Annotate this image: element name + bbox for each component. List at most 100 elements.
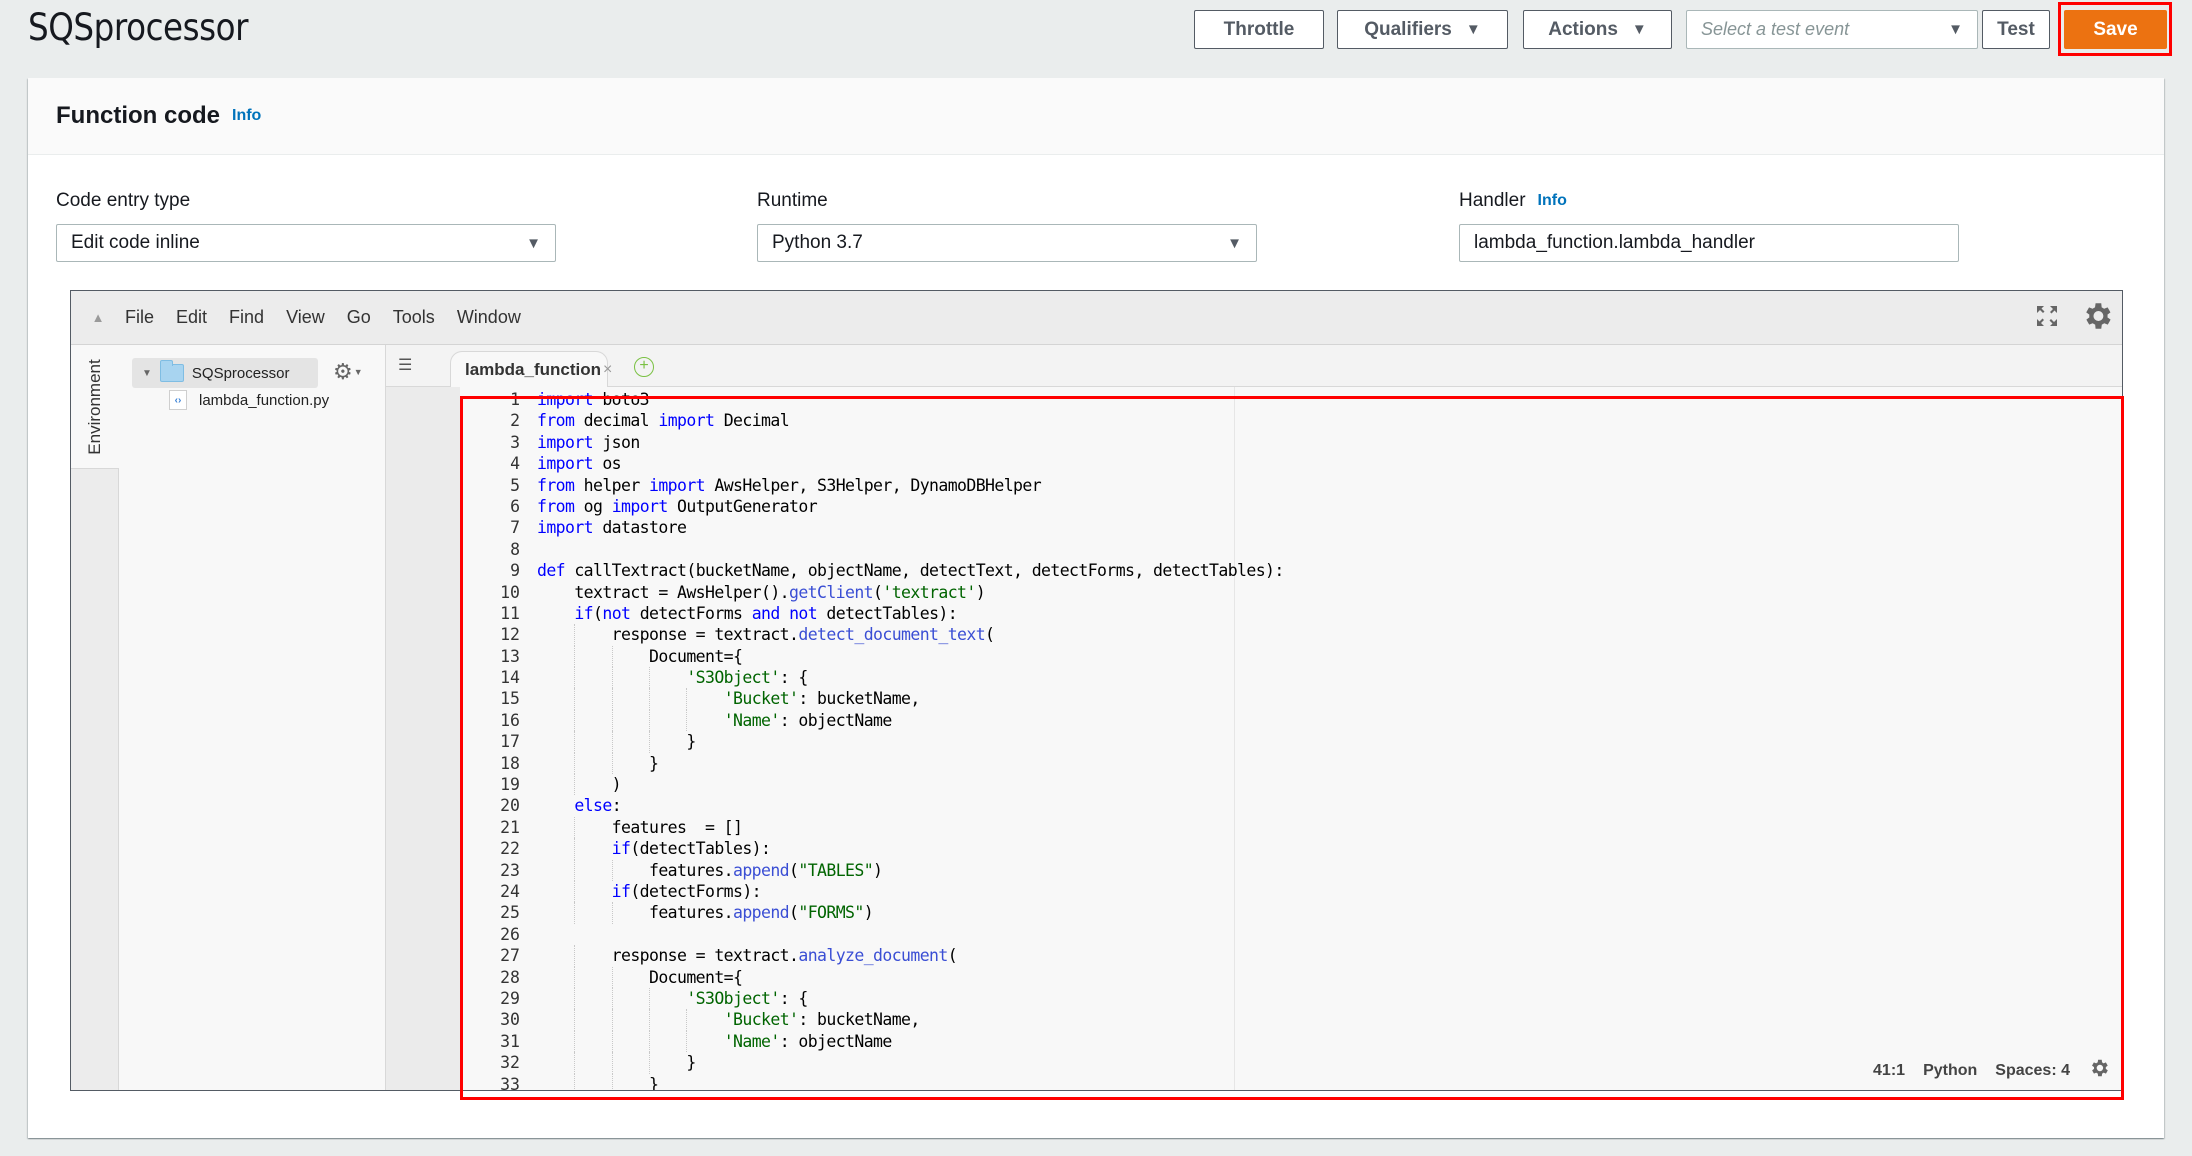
menu-file[interactable]: File (125, 307, 154, 328)
save-button[interactable]: Save (2064, 10, 2167, 49)
indent-setting[interactable]: Spaces: 4 (1995, 1062, 2070, 1080)
code-line: 2 from decimal import Decimal (510, 410, 2122, 431)
menu-window[interactable]: Window (457, 307, 521, 328)
menu-edit[interactable]: Edit (176, 307, 207, 328)
code-token: 'Name' (723, 710, 781, 730)
code-line-text: features.append("TABLES") (534, 859, 883, 881)
code-token: detect_document_text (798, 625, 986, 645)
code-entry-type-select[interactable]: Edit code inline ▼ (56, 224, 556, 262)
tab-list-icon[interactable]: ☰ (398, 355, 412, 375)
test-button[interactable]: Test (1982, 10, 2050, 49)
collapse-icon[interactable]: ▲ (71, 310, 125, 325)
code-token: "TABLES" (798, 860, 874, 880)
line-number: 17 (500, 732, 520, 752)
indent-guide (574, 838, 576, 860)
code-token: import (537, 390, 594, 409)
code-token: ( (985, 625, 995, 645)
code-token: not (602, 603, 631, 623)
code-line: 29 'S3Object': { (500, 987, 2122, 1010)
add-tab-icon[interactable]: + (634, 357, 654, 377)
code-token: Document={ (537, 967, 743, 987)
line-gutter (386, 387, 460, 1090)
file-tree: ▼ SQSprocessor ⚙ ▼ ‹› lambda_function.py (119, 345, 386, 1090)
code-line-text: features = [] (534, 816, 743, 839)
code-line-text: from helper import AwsHelper, S3Helper, … (534, 475, 1042, 496)
code-token: 'S3Object' (686, 668, 780, 688)
code-line: 23 features.append("TABLES") (500, 859, 2122, 881)
code-line-text: 'Bucket': bucketName, (534, 1009, 920, 1031)
line-number: 25 (500, 903, 520, 923)
code-line-text: } (534, 752, 659, 775)
indent-guide (574, 987, 576, 1010)
gear-icon[interactable] (2080, 299, 2114, 338)
code-token: features. (537, 860, 734, 880)
code-token: from (537, 475, 575, 495)
menu-go[interactable]: Go (347, 307, 371, 328)
indent-guide (574, 880, 576, 903)
code-token: : { (779, 668, 809, 688)
fullscreen-icon[interactable] (2036, 305, 2058, 332)
code-line: 21 features = [] (500, 816, 2122, 839)
indent-guide (611, 966, 613, 988)
tree-file-item[interactable]: ‹› lambda_function.py (169, 390, 329, 410)
tree-folder-root[interactable]: ▼ SQSprocessor (132, 358, 318, 388)
code-token: 'textract' (882, 582, 976, 602)
menu-view[interactable]: View (286, 307, 325, 328)
code-token: OutputGenerator (667, 496, 818, 516)
language-mode[interactable]: Python (1923, 1062, 1977, 1080)
line-number: 9 (510, 561, 520, 581)
code-entry-type-label: Code entry type (56, 190, 191, 211)
code-line-text: import os (534, 453, 622, 474)
expand-triangle-icon[interactable]: ▼ (142, 368, 152, 379)
menu-find[interactable]: Find (229, 307, 264, 328)
code-token: textract = AwsHelper(). (537, 582, 790, 602)
line-number: 29 (500, 988, 520, 1008)
throttle-button[interactable]: Throttle (1194, 10, 1324, 49)
code-line-text: from og import OutputGenerator (534, 496, 818, 517)
tree-file-label: lambda_function.py (199, 391, 330, 409)
code-line: 25 features.append("FORMS") (500, 902, 2122, 924)
code-line: 20 else: (500, 795, 2122, 816)
runtime-select[interactable]: Python 3.7 ▼ (757, 224, 1257, 262)
indent-guide (686, 1009, 688, 1031)
indent-guide (574, 752, 576, 775)
tree-settings-icon[interactable]: ⚙ ▼ (333, 359, 363, 385)
environment-tab[interactable]: Environment (71, 345, 119, 469)
handler-info-link[interactable]: Info (1538, 192, 1567, 210)
caret-down-icon: ▼ (1227, 234, 1242, 252)
code-token: datastore (593, 518, 687, 538)
close-tab-icon[interactable]: × (603, 361, 612, 379)
code-line: 11 if(not detectForms and not detectTabl… (500, 603, 2122, 624)
handler-input[interactable]: lambda_function.lambda_handler (1459, 224, 1959, 262)
code-token: AwsHelper, S3Helper, DynamoDBHelper (705, 475, 1042, 495)
menu-tools[interactable]: Tools (393, 307, 435, 328)
gear-icon[interactable] (2088, 1057, 2110, 1084)
code-token: } (537, 1074, 659, 1091)
info-link[interactable]: Info (232, 107, 261, 125)
python-file-icon: ‹› (169, 390, 187, 410)
test-event-select[interactable]: Select a test event ▼ (1686, 10, 1978, 49)
code-token: response = textract. (537, 946, 799, 966)
indent-guide (611, 987, 613, 1010)
code-line: 15 'Bucket': bucketName, (500, 688, 2122, 710)
line-number: 21 (500, 817, 520, 837)
indent-guide (574, 966, 576, 988)
code-line: 13 Document={ (500, 645, 2122, 668)
code-line: 30 'Bucket': bucketName, (500, 1009, 2122, 1031)
folder-icon (159, 360, 184, 382)
tab-lambda-function[interactable]: lambda_function × (450, 351, 612, 387)
tree-folder-label: SQSprocessor (191, 364, 290, 382)
code-token: def (537, 561, 566, 581)
indent-guide (649, 731, 650, 753)
code-line: 16 'Name': objectName (500, 709, 2122, 732)
cursor-position[interactable]: 41:1 (1873, 1062, 1905, 1080)
qualifiers-dropdown[interactable]: Qualifiers ▼ (1337, 10, 1508, 49)
throttle-label: Throttle (1223, 18, 1295, 40)
code-text-area[interactable]: 1 import boto3 2 from decimal import Decima… (460, 387, 2122, 1091)
panel-header: Function code Info (28, 78, 2164, 155)
actions-dropdown[interactable]: Actions ▼ (1523, 10, 1672, 49)
line-number: 2 (510, 411, 520, 431)
code-line-text: 'S3Object': { (534, 987, 808, 1010)
